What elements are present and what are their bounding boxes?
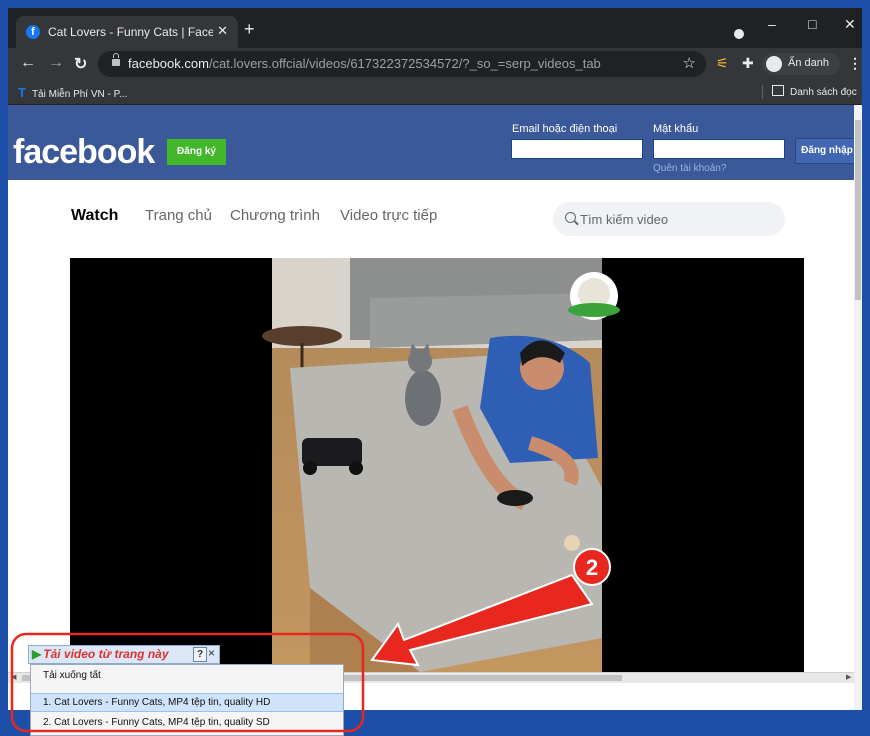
signup-button[interactable]: Đăng ký	[167, 139, 226, 165]
profile-dot-icon[interactable]	[734, 29, 744, 39]
bookmark-item[interactable]: T Tải Miễn Phí VN - P...	[18, 85, 127, 100]
shows-tab[interactable]: Chương trình	[230, 207, 320, 224]
scroll-left-icon[interactable]: ◀	[11, 673, 16, 681]
home-tab[interactable]: Trang chủ	[145, 207, 212, 224]
facebook-page: facebook Đăng ký Email hoặc điện thoại M…	[8, 105, 854, 710]
login-button[interactable]: Đăng nhập	[795, 138, 854, 164]
browser-window: f Cat Lovers - Funny Cats | Facebo ✕ + –…	[8, 8, 862, 710]
tab-active[interactable]: f Cat Lovers - Funny Cats | Facebo ✕	[16, 16, 238, 48]
facebook-favicon-icon: f	[26, 25, 40, 39]
video-frame	[262, 258, 620, 672]
minimize-button[interactable]: –	[768, 16, 776, 32]
address-bar[interactable]: facebook.com/cat.lovers.offcial/videos/6…	[98, 51, 706, 77]
download-sd-item[interactable]: 2. Cat Lovers - Funny Cats, MP4 tệp tin,…	[31, 714, 343, 731]
live-video-tab[interactable]: Video trực tiếp	[340, 207, 437, 224]
download-all-item[interactable]: Tải xuống tất	[31, 667, 343, 684]
forgot-account-link[interactable]: Quên tài khoản?	[653, 163, 726, 174]
video-search-input[interactable]: Tìm kiếm video	[553, 202, 785, 236]
download-hd-item[interactable]: 1. Cat Lovers - Funny Cats, MP4 tệp tin,…	[31, 693, 343, 712]
incognito-badge[interactable]: Ẩn danh	[762, 53, 840, 75]
scroll-right-icon[interactable]: ▶	[846, 673, 851, 681]
video-player[interactable]	[70, 258, 804, 672]
help-button[interactable]: ?	[193, 647, 207, 662]
bookmark-divider	[762, 85, 763, 99]
vertical-scrollbar[interactable]	[854, 105, 862, 710]
lock-icon	[112, 53, 120, 66]
bookmark-logo-icon: T	[18, 85, 26, 100]
incognito-icon	[766, 56, 782, 72]
maximize-button[interactable]: □	[808, 16, 816, 32]
menu-kebab-icon[interactable]: ⋮	[848, 55, 862, 72]
forward-arrow-icon[interactable]: →	[48, 54, 64, 72]
tab-strip: f Cat Lovers - Funny Cats | Facebo ✕ + –…	[8, 8, 862, 48]
download-menu: Tải xuống tất 1. Cat Lovers - Funny Cats…	[30, 664, 344, 736]
browser-toolbar: ← → ↻ facebook.com/cat.lovers.offcial/vi…	[8, 48, 862, 80]
close-popup-button[interactable]: ×	[208, 646, 215, 660]
close-window-button[interactable]: ✕	[844, 16, 856, 33]
facebook-header: facebook Đăng ký Email hoặc điện thoại M…	[8, 105, 854, 180]
password-field[interactable]	[653, 139, 785, 159]
email-label: Email hoặc điện thoại	[512, 123, 618, 135]
bookmark-star-icon[interactable]: ☆	[683, 54, 696, 72]
watch-tab[interactable]: Watch	[71, 207, 118, 225]
extensions-puzzle-icon[interactable]: ✚	[742, 55, 754, 72]
reading-list-icon	[772, 85, 784, 96]
url-text: facebook.com/cat.lovers.offcial/videos/6…	[128, 56, 601, 71]
new-tab-button[interactable]: +	[244, 20, 255, 38]
reload-icon[interactable]: ↻	[74, 54, 87, 74]
bookmarks-bar: T Tải Miễn Phí VN - P... Danh sách đọc	[8, 80, 862, 105]
tab-title: Cat Lovers - Funny Cats | Facebo	[48, 25, 213, 39]
facebook-logo[interactable]: facebook	[13, 133, 155, 172]
download-toolbar[interactable]: ▶ Tải video từ trang này ? ×	[28, 645, 220, 664]
download-title[interactable]: ▶ Tải video từ trang này	[32, 647, 169, 661]
email-field[interactable]	[511, 139, 643, 159]
reading-list-button[interactable]: Danh sách đọc	[772, 85, 857, 98]
watch-nav: Watch Trang chủ Chương trình Video trực …	[8, 180, 854, 240]
play-icon: ▶	[32, 647, 42, 661]
search-icon	[565, 212, 576, 223]
back-arrow-icon[interactable]: ←	[20, 54, 36, 72]
extension-broom-icon[interactable]: ⚟	[716, 55, 729, 72]
close-tab-icon[interactable]: ✕	[217, 23, 228, 39]
password-label: Mật khẩu	[653, 123, 699, 135]
vertical-scroll-thumb[interactable]	[855, 120, 861, 300]
